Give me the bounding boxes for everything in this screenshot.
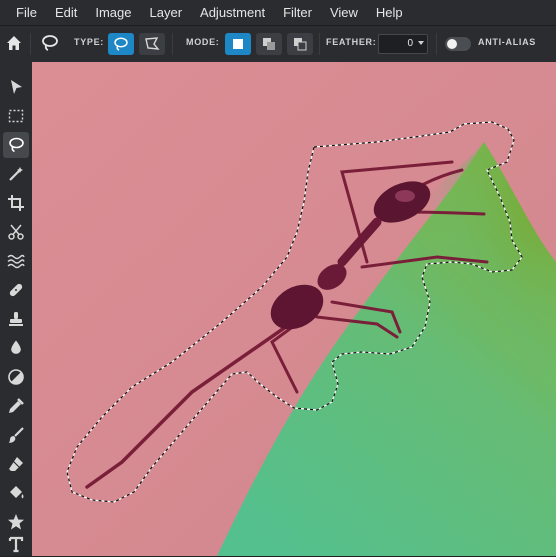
- tools-panel: [0, 62, 32, 556]
- mode-add-selection-button[interactable]: [256, 33, 282, 55]
- separator: [319, 33, 320, 55]
- stamp-icon: [9, 312, 23, 326]
- separator: [30, 33, 31, 55]
- brush-icon: [8, 427, 24, 443]
- lasso-icon: [114, 37, 128, 51]
- mode-new-selection-button[interactable]: [225, 33, 251, 55]
- menu-bar: File Edit Image Layer Adjustment Filter …: [0, 0, 556, 25]
- toggle-knob: [447, 39, 457, 49]
- menu-edit[interactable]: Edit: [46, 0, 86, 25]
- mode-subtract-selection-button[interactable]: [287, 33, 313, 55]
- tool-move[interactable]: [3, 74, 29, 100]
- eyedropper-icon: [9, 398, 24, 413]
- chevron-down-icon[interactable]: [418, 41, 424, 45]
- feather-label: FEATHER:: [326, 37, 377, 47]
- bandage-icon: [9, 283, 23, 297]
- new-selection-icon: [233, 39, 243, 49]
- document-canvas[interactable]: [32, 62, 556, 556]
- tool-paint-bucket[interactable]: [3, 480, 29, 506]
- anti-alias-toggle[interactable]: [445, 37, 471, 51]
- lasso-polygon-button[interactable]: [139, 33, 165, 55]
- menu-help[interactable]: Help: [367, 0, 412, 25]
- anti-alias-label: ANTI-ALIAS: [478, 37, 536, 47]
- current-tool-lasso-icon: [40, 33, 60, 53]
- star-icon: [8, 514, 24, 530]
- menu-adjustment[interactable]: Adjustment: [191, 0, 274, 25]
- arrow-cursor-icon: [11, 80, 22, 94]
- magic-wand-icon: [9, 167, 23, 181]
- menu-file[interactable]: File: [0, 0, 46, 25]
- tool-dodge-burn[interactable]: [3, 364, 29, 390]
- canvas-area[interactable]: [32, 62, 556, 556]
- tool-marquee[interactable]: [3, 103, 29, 129]
- lasso-freehand-button[interactable]: [108, 33, 134, 55]
- tool-blur[interactable]: [3, 335, 29, 361]
- polygon-lasso-icon: [145, 37, 160, 50]
- tool-crop[interactable]: [3, 190, 29, 216]
- eraser-icon: [9, 457, 23, 471]
- scissors-icon: [8, 224, 24, 240]
- mode-label: MODE:: [186, 37, 220, 47]
- waves-icon: [7, 254, 25, 269]
- tool-magic-wand[interactable]: [3, 161, 29, 187]
- text-icon: [8, 536, 24, 553]
- home-icon: [7, 36, 21, 50]
- tool-lasso[interactable]: [3, 132, 29, 158]
- marquee-icon: [8, 109, 24, 123]
- tool-text[interactable]: [3, 531, 29, 557]
- tool-liquify[interactable]: [3, 248, 29, 274]
- lasso-icon: [9, 137, 24, 153]
- separator: [172, 33, 173, 55]
- crop-icon: [8, 195, 24, 211]
- paint-bucket-icon: [10, 486, 24, 499]
- add-selection-icon: [263, 38, 275, 50]
- separator: [436, 33, 437, 55]
- tool-cut[interactable]: [3, 219, 29, 245]
- menu-view[interactable]: View: [321, 0, 367, 25]
- home-button[interactable]: [4, 33, 24, 53]
- contrast-icon: [8, 369, 24, 385]
- tool-clone-stamp[interactable]: [3, 306, 29, 332]
- menu-layer[interactable]: Layer: [141, 0, 192, 25]
- tool-eraser[interactable]: [3, 451, 29, 477]
- drop-icon: [11, 340, 21, 354]
- menu-filter[interactable]: Filter: [274, 0, 321, 25]
- tool-color-picker[interactable]: [3, 393, 29, 419]
- tool-heal[interactable]: [3, 277, 29, 303]
- type-label: TYPE:: [74, 37, 105, 47]
- options-bar: TYPE: MODE: FEATHER: 0 ANTI-ALIAS: [0, 25, 556, 62]
- menu-image[interactable]: Image: [86, 0, 140, 25]
- tool-brush[interactable]: [3, 422, 29, 448]
- subtract-selection-icon: [294, 38, 307, 51]
